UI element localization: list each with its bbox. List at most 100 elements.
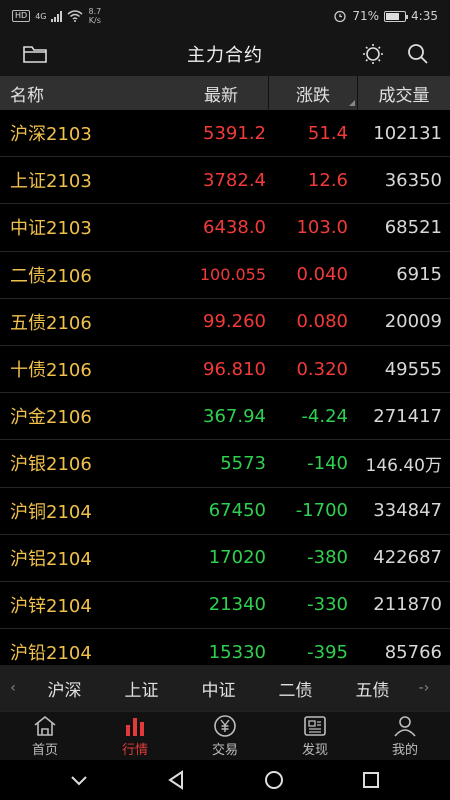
sun-icon[interactable] — [360, 42, 386, 66]
row-last: 21340 — [208, 594, 266, 616]
quick-tab-erzhai[interactable]: 二债 — [257, 676, 334, 701]
speed-unit: K/s — [88, 16, 101, 25]
back-triangle-icon[interactable] — [165, 769, 187, 791]
nav-discover-label: 发现 — [301, 743, 328, 758]
network-speed: 8.7 K/s — [88, 7, 101, 25]
row-name: 沪银2106 — [10, 454, 92, 476]
row-change: -395 — [307, 641, 348, 663]
table-row[interactable]: 沪银2106 5573 -140 146.40万 — [0, 440, 450, 488]
table-row[interactable]: 沪铅2104 15330 -395 85766 — [0, 629, 450, 665]
table-row[interactable]: 沪铝2104 17020 -380 422687 — [0, 535, 450, 582]
table-row[interactable]: 沪锌2104 21340 -330 211870 — [0, 582, 450, 630]
row-change: 0.080 — [296, 311, 348, 333]
row-last: 15330 — [208, 641, 266, 663]
header-change[interactable]: 涨跌 — [268, 76, 358, 110]
row-volume: 6915 — [396, 264, 442, 286]
scroll-right-arrow-icon[interactable]: -› — [411, 680, 437, 696]
nav-market[interactable]: 行情 — [90, 712, 180, 760]
scroll-left-arrow-icon[interactable]: ‹ — [0, 680, 26, 696]
header-volume[interactable]: 成交量 — [358, 76, 450, 110]
row-volume: 422687 — [373, 547, 442, 569]
row-name: 上证2103 — [10, 171, 92, 193]
row-name: 二债2106 — [10, 265, 92, 287]
row-change: -140 — [307, 452, 348, 474]
home-icon — [34, 715, 56, 736]
sort-triangle-icon — [349, 100, 355, 106]
row-volume: 146.40万 — [365, 455, 442, 476]
table-row[interactable]: 沪铜2104 67450 -1700 334847 — [0, 488, 450, 535]
search-icon[interactable] — [405, 42, 431, 66]
table-row[interactable]: 沪深2103 5391.2 51.4 102131 — [0, 110, 450, 158]
table-row[interactable]: 上证2103 3782.4 12.6 36350 — [0, 157, 450, 205]
row-change: 0.040 — [296, 264, 348, 286]
battery-icon — [384, 10, 409, 22]
table-header: 名称 最新 涨跌 成交量 — [0, 76, 450, 110]
quick-tab-wuzhai[interactable]: 五债 — [334, 676, 411, 701]
row-change: -1700 — [295, 500, 348, 522]
row-volume: 211870 — [373, 594, 442, 616]
header-name[interactable]: 名称 — [0, 76, 170, 110]
bottom-nav: 首页 行情 交易 发现 我的 — [0, 711, 450, 760]
system-nav-bar — [0, 760, 450, 800]
page-title: 主力合约 — [187, 45, 263, 66]
row-name: 沪锌2104 — [10, 595, 92, 617]
quick-tab-hushen[interactable]: 沪深 — [26, 676, 103, 701]
market-chart-icon — [126, 718, 144, 736]
row-name: 沪铅2104 — [10, 643, 92, 665]
row-volume: 271417 — [373, 405, 442, 427]
row-last: 99.260 — [203, 311, 266, 333]
table-row[interactable]: 五债2106 99.260 0.080 20009 — [0, 299, 450, 346]
signal-icon — [51, 10, 63, 22]
status-bar: HD 4G 8.7 K/s 71% 4:35 — [0, 0, 450, 32]
row-volume: 85766 — [384, 641, 442, 663]
folder-icon[interactable] — [22, 42, 48, 66]
chevron-down-icon[interactable] — [68, 769, 90, 791]
row-name: 五债2106 — [10, 312, 92, 334]
quick-tab-shangzheng[interactable]: 上证 — [103, 676, 180, 701]
nav-mine-label: 我的 — [391, 743, 418, 758]
clock: 4:35 — [411, 9, 438, 23]
header-last[interactable]: 最新 — [170, 76, 268, 110]
row-last: 5573 — [220, 452, 266, 474]
nav-discover[interactable]: 发现 — [270, 712, 360, 760]
row-name: 沪金2106 — [10, 407, 92, 429]
alarm-icon — [334, 10, 347, 23]
nav-mine[interactable]: 我的 — [360, 712, 450, 760]
quick-tab-zhongzheng[interactable]: 中证 — [180, 676, 257, 701]
nav-trade[interactable]: 交易 — [180, 712, 270, 760]
table-row[interactable]: 中证2103 6438.0 103.0 68521 — [0, 204, 450, 252]
row-change: 51.4 — [307, 122, 348, 144]
row-last: 367.94 — [203, 405, 266, 427]
row-change: -380 — [307, 547, 348, 569]
yen-coin-icon — [214, 715, 236, 737]
row-last: 3782.4 — [203, 169, 266, 191]
row-name: 沪深2103 — [10, 124, 92, 146]
header-change-label: 涨跌 — [296, 85, 330, 106]
row-last: 5391.2 — [203, 122, 266, 144]
row-last: 96.810 — [203, 358, 266, 380]
recents-square-icon[interactable] — [360, 769, 382, 791]
hd-badge: HD — [12, 10, 31, 22]
title-bar: 主力合约 — [0, 32, 450, 76]
row-name: 中证2103 — [10, 218, 92, 240]
row-change: 103.0 — [296, 216, 348, 238]
news-card-icon — [304, 716, 326, 736]
status-left: HD 4G 8.7 K/s — [12, 7, 101, 25]
row-name: 沪铜2104 — [10, 501, 92, 523]
table-row[interactable]: 沪金2106 367.94 -4.24 271417 — [0, 393, 450, 441]
table-row[interactable]: 二债2106 100.055 0.040 6915 — [0, 252, 450, 299]
row-name: 十债2106 — [10, 360, 92, 382]
nav-home[interactable]: 首页 — [0, 712, 90, 760]
battery-percent: 71% — [352, 9, 380, 23]
speed-value: 8.7 — [88, 7, 102, 16]
home-circle-icon[interactable] — [263, 769, 285, 791]
row-last: 6438.0 — [203, 216, 266, 238]
table-row[interactable]: 十债2106 96.810 0.320 49555 — [0, 346, 450, 394]
nav-home-label: 首页 — [31, 743, 58, 758]
row-last: 67450 — [208, 500, 266, 522]
row-change: -330 — [307, 594, 348, 616]
quote-list[interactable]: 沪深2103 5391.2 51.4 102131 上证2103 3782.4 … — [0, 110, 450, 665]
network-type: 4G — [35, 11, 47, 21]
row-volume: 68521 — [384, 216, 442, 238]
header-volume-label: 成交量 — [378, 85, 430, 106]
